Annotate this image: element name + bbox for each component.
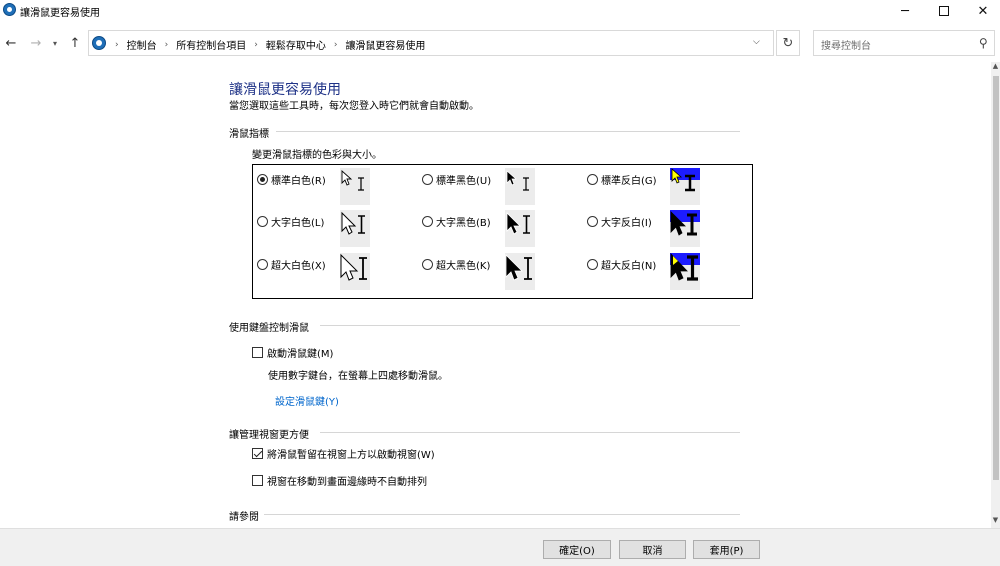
up-button[interactable]: ↑ [66,33,84,53]
large-white-pointer-preview-icon [340,210,370,247]
large-inverted-pointer-preview-icon [670,210,700,247]
radio-standard-black[interactable]: 標準黑色(U) [422,172,491,187]
radio-extra-large-inverted[interactable]: 超大反白(N) [587,257,656,272]
dialog-footer: 確定(O) 取消 套用(P) [0,528,1000,566]
breadcrumb-current-page[interactable]: 讓滑鼠更容易使用 [341,37,429,52]
scrollbar-thumb[interactable] [993,76,999,480]
checkbox-box[interactable] [252,347,263,358]
radio-button[interactable] [257,174,268,185]
section-divider [320,432,740,433]
navigation-bar: ← → ▾ ↑ › 控制台 › 所有控制台項目 › 輕鬆存取中心 › 讓滑鼠更容… [0,28,1000,58]
breadcrumb-all-items[interactable]: 所有控制台項目 [172,37,250,52]
address-bar[interactable]: › 控制台 › 所有控制台項目 › 輕鬆存取中心 › 讓滑鼠更容易使用 ⌵ [88,30,774,56]
extra-large-white-pointer-preview-icon [340,253,370,290]
scroll-down-icon[interactable]: ▼ [991,516,1000,528]
window-title: 讓滑鼠更容易使用 [20,8,100,19]
radio-label: 超大白色(X) [271,261,326,272]
breadcrumb-separator[interactable]: › [250,40,262,50]
radio-label: 標準黑色(U) [436,176,492,187]
page-subtitle: 當您選取這些工具時，每次您登入時它們就會自動啟動。 [229,101,479,112]
radio-standard-white[interactable]: 標準白色(R) [257,172,326,187]
search-box[interactable]: 搜尋控制台 ⚲ [813,30,995,56]
maximize-icon [939,6,949,16]
page-title: 讓滑鼠更容易使用 [229,82,341,98]
radio-label: 大字黑色(B) [436,218,491,229]
search-icon: ⚲ [979,36,988,50]
breadcrumb: › 控制台 › 所有控制台項目 › 輕鬆存取中心 › 讓滑鼠更容易使用 [111,37,429,53]
refresh-button[interactable]: ↻ [776,30,800,56]
radio-extra-large-white[interactable]: 超大白色(X) [257,257,326,272]
section-divider [264,514,740,515]
checkbox-box[interactable] [252,475,263,486]
radio-large-white[interactable]: 大字白色(L) [257,214,324,229]
radio-button[interactable] [422,259,433,270]
prevent-snap-checkbox[interactable]: 視窗在移動到畫面邊緣時不自動排列 [252,473,427,488]
radio-standard-inverted[interactable]: 標準反白(G) [587,172,657,187]
radio-large-inverted[interactable]: 大字反白(I) [587,214,652,229]
title-bar: 讓滑鼠更容易使用 ─ ✕ [0,0,1000,22]
recent-locations-button[interactable]: ▾ [49,33,61,53]
radio-button[interactable] [587,216,598,227]
cancel-button[interactable]: 取消 [619,540,686,559]
radio-large-black[interactable]: 大字黑色(B) [422,214,491,229]
mouse-keys-description: 使用數字鍵台，在螢幕上四處移動滑鼠。 [268,371,448,382]
radio-button[interactable] [422,216,433,227]
vertical-scrollbar[interactable]: ▲ ▼ [991,62,1000,528]
radio-button[interactable] [257,216,268,227]
radio-button[interactable] [587,174,598,185]
large-black-pointer-preview-icon [505,210,535,247]
mouse-keys-checkbox[interactable]: 啟動滑鼠鍵(M) [252,345,333,360]
radio-label: 超大黑色(K) [436,261,491,272]
setup-mouse-keys-link[interactable]: 設定滑鼠鍵(Y) [275,393,339,408]
radio-label: 標準白色(R) [271,176,326,187]
control-panel-icon [92,36,106,50]
section-divider [276,131,740,132]
breadcrumb-separator[interactable]: › [330,40,342,50]
radio-button[interactable] [422,174,433,185]
black-pointer-preview-icon [505,168,535,205]
checkbox-label: 啟動滑鼠鍵(M) [267,349,334,360]
white-pointer-preview-icon [340,168,370,205]
pointer-instruction: 變更滑鼠指標的色彩與大小。 [252,150,382,161]
close-button[interactable]: ✕ [960,0,1000,22]
breadcrumb-separator[interactable]: › [161,40,173,50]
checkbox-label: 視窗在移動到畫面邊緣時不自動排列 [267,477,427,488]
checkbox-label: 將滑鼠暫留在視窗上方以啟動視窗(W) [267,450,435,461]
hover-activate-window-checkbox[interactable]: 將滑鼠暫留在視窗上方以啟動視窗(W) [252,446,435,461]
back-button[interactable]: ← [2,33,20,53]
breadcrumb-separator[interactable]: › [111,40,123,50]
extra-large-black-pointer-preview-icon [505,253,535,290]
extra-large-inverted-pointer-preview-icon [670,253,700,290]
checkbox-box[interactable] [252,448,263,459]
forward-button[interactable]: → [27,33,45,53]
scroll-up-icon[interactable]: ▲ [991,62,1000,74]
radio-label: 標準反白(G) [601,176,657,187]
search-input[interactable]: 搜尋控制台 [821,37,871,52]
control-panel-icon [3,3,16,16]
section-title-window-management: 讓管理視窗更方便 [229,430,309,441]
ok-button[interactable]: 確定(O) [543,540,611,559]
radio-label: 超大反白(N) [601,261,657,272]
apply-button[interactable]: 套用(P) [693,540,760,559]
radio-button[interactable] [587,259,598,270]
breadcrumb-ease-of-access[interactable]: 輕鬆存取中心 [262,37,330,52]
pointer-scheme-group: 標準白色(R) 標準黑色(U) 標準反白(G) 大字白色(L) 大字黑色(B) … [252,164,753,299]
radio-extra-large-black[interactable]: 超大黑色(K) [422,257,490,272]
radio-label: 大字反白(I) [601,218,652,229]
inverted-pointer-preview-icon [670,168,700,205]
main-content: 讓滑鼠更容易使用 當您選取這些工具時，每次您登入時它們就會自動啟動。 滑鼠指標 … [0,62,990,528]
section-title-mouse-pointers: 滑鼠指標 [229,129,269,140]
radio-label: 大字白色(L) [271,218,325,229]
radio-button[interactable] [257,259,268,270]
section-title-mouse-keys: 使用鍵盤控制滑鼠 [229,323,309,334]
breadcrumb-control-panel[interactable]: 控制台 [123,37,161,52]
section-divider [320,325,740,326]
address-dropdown-icon[interactable]: ⌵ [753,37,760,47]
section-title-see-also: 請參閱 [229,512,259,523]
